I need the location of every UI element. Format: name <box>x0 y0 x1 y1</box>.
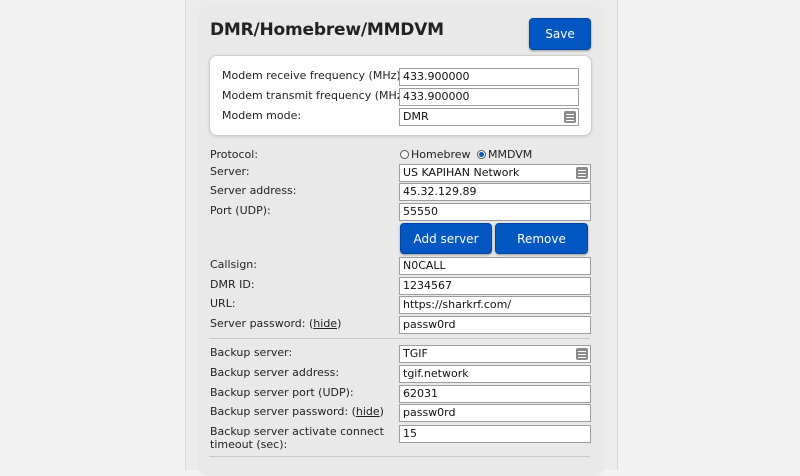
server-password-hide-link[interactable]: hide <box>313 317 337 330</box>
backup-timeout-label-line2: timeout (sec): <box>210 438 288 451</box>
server-address-label: Server address: <box>210 184 297 197</box>
modem-mode-value: DMR <box>403 110 429 123</box>
callsign-input[interactable]: N0CALL <box>399 257 591 275</box>
backup-password-hide-link[interactable]: hide <box>356 405 380 418</box>
save-button[interactable]: Save <box>529 18 591 50</box>
modem-rx-input[interactable]: 433.900000 <box>399 68 579 86</box>
callsign-label: Callsign: <box>210 258 257 271</box>
list-icon <box>576 167 588 179</box>
server-select[interactable]: US KAPIHAN Network <box>399 164 591 182</box>
list-icon <box>564 111 576 123</box>
url-label: URL: <box>210 297 236 310</box>
server-port-input[interactable]: 55550 <box>399 203 591 221</box>
server-password-label: Server password: <box>210 317 306 330</box>
backup-port-label: Backup server port (UDP): <box>210 386 354 399</box>
modem-tx-label: Modem transmit frequency (MHz): <box>222 89 411 102</box>
server-address-input[interactable]: 45.32.129.89 <box>399 183 591 201</box>
homebrew-radio-label: Homebrew <box>411 148 471 161</box>
page-title: DMR/Homebrew/MMDVM <box>210 20 444 40</box>
backup-password-label: Backup server password: <box>210 405 349 418</box>
modem-mode-select[interactable]: DMR <box>399 108 579 126</box>
mmdvm-radio[interactable] <box>477 150 487 159</box>
server-password-label-row: Server password: (hide) <box>210 317 342 330</box>
add-server-button[interactable]: Add server <box>400 223 492 254</box>
server-password-input[interactable]: passw0rd <box>399 316 591 334</box>
server-label: Server: <box>210 165 250 178</box>
backup-address-input[interactable]: tgif.network <box>399 365 591 383</box>
url-input[interactable]: https://sharkrf.com/ <box>399 296 591 314</box>
mmdvm-radio-label: MMDVM <box>488 148 533 161</box>
backup-server-label: Backup server: <box>210 346 293 359</box>
list-icon <box>576 348 588 360</box>
protocol-label: Protocol: <box>210 148 259 161</box>
backup-port-input[interactable]: 62031 <box>399 385 591 403</box>
section-divider <box>209 456 590 457</box>
backup-timeout-input[interactable]: 15 <box>399 425 591 443</box>
server-value: US KAPIHAN Network <box>403 166 520 179</box>
backup-timeout-label: Backup server activate connect timeout (… <box>210 425 384 451</box>
protocol-radio-group: Homebrew MMDVM <box>400 148 532 161</box>
modem-tx-input[interactable]: 433.900000 <box>399 88 579 106</box>
dmr-id-label: DMR ID: <box>210 278 255 291</box>
backup-address-label: Backup server address: <box>210 366 340 379</box>
backup-server-value: TGIF <box>403 347 428 360</box>
server-port-label: Port (UDP): <box>210 204 271 217</box>
modem-mode-label: Modem mode: <box>222 109 302 122</box>
backup-password-label-row: Backup server password: (hide) <box>210 405 384 418</box>
modem-rx-label: Modem receive frequency (MHz): <box>222 69 405 82</box>
backup-server-select[interactable]: TGIF <box>399 345 591 363</box>
backup-timeout-label-line1: Backup server activate connect <box>210 425 384 438</box>
homebrew-radio[interactable] <box>400 150 409 159</box>
dmr-id-input[interactable]: 1234567 <box>399 277 591 295</box>
remove-server-button[interactable]: Remove <box>495 223 588 254</box>
backup-password-input[interactable]: passw0rd <box>399 404 591 422</box>
section-divider <box>209 338 590 339</box>
